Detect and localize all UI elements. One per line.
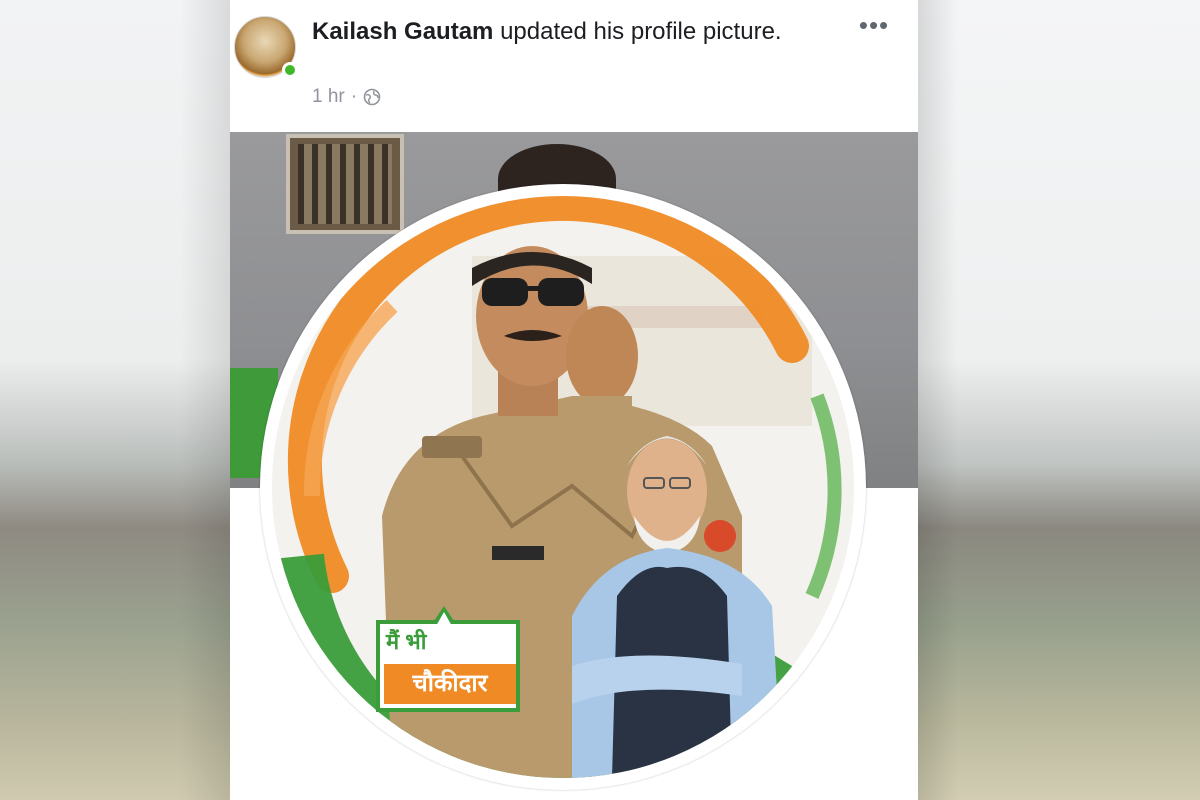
feed-post: Kailash Gautam updated his profile pictu… (230, 0, 918, 800)
online-status-dot (282, 62, 298, 78)
shadow-left (180, 0, 230, 800)
post-header: Kailash Gautam updated his profile pictu… (230, 0, 918, 132)
meta-separator: · (350, 86, 358, 107)
more-options-button[interactable]: ••• (854, 10, 894, 40)
globe-icon[interactable] (363, 88, 381, 106)
author-name-link[interactable]: Kailash Gautam (312, 18, 493, 45)
badge-text-top: मैं भी (386, 629, 427, 654)
profile-picture[interactable] (272, 196, 854, 778)
timestamp-link[interactable]: 1 hr (312, 86, 345, 108)
author-avatar[interactable] (234, 16, 298, 78)
background-right (918, 0, 1200, 800)
frame-badge: मैं भी चौकीदार (376, 606, 520, 712)
action-text: updated his profile picture. (493, 18, 782, 45)
badge-text-bottom: चौकीदार (384, 664, 516, 704)
cover-window-image (286, 134, 404, 234)
shadow-right (918, 0, 958, 800)
post-headline: Kailash Gautam updated his profile pictu… (312, 16, 812, 47)
post-meta: 1 hr · (312, 86, 381, 108)
